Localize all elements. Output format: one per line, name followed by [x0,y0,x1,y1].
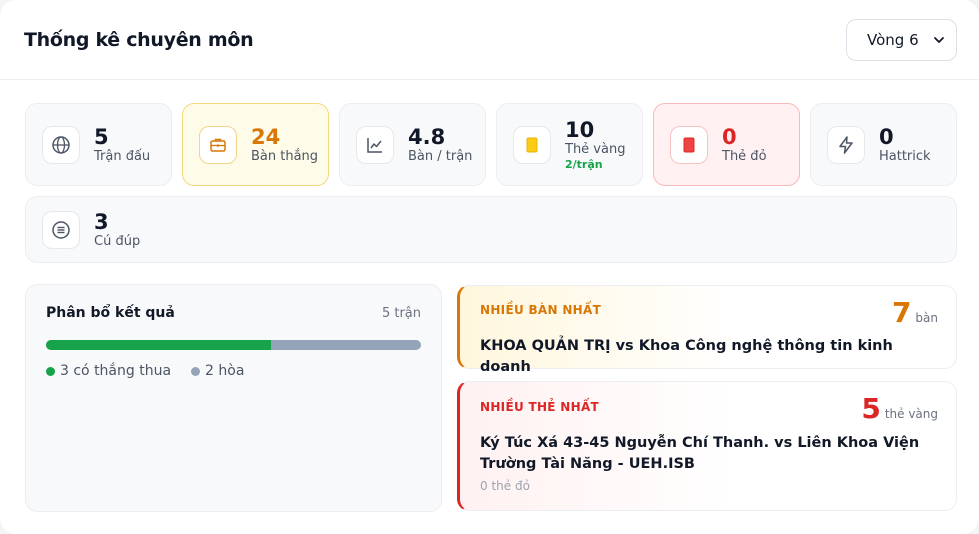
most-goals-match: KHOA QUẢN TRỊ vs Khoa Công nghệ thông ti… [480,338,893,375]
most-cards-red-count: 0 thẻ đỏ [480,479,530,493]
stat-goals-per-match-value: 4.8 [408,124,446,149]
stat-hattrick-label: Hattrick [879,148,931,164]
distribution-count: 5 trận [381,305,421,321]
stat-goals: 24 Bàn thắng [182,103,329,186]
list-circle-icon [42,210,80,249]
distribution-legend: 3 có thắng thua 2 hòa [46,363,421,379]
stat-goals-per-match: 4.8 Bàn / trận [339,103,486,186]
highlight-most-cards: NHIỀU THẺ NHẤT 5 thẻ vàng Ký Túc Xá 43-4… [457,381,957,511]
distribution-title: Phân bổ kết quả [46,305,175,321]
gray-dot-icon [191,366,201,376]
most-cards-label: NHIỀU THẺ NHẤT [480,400,600,414]
legend-decisive-label: 3 có thắng thua [60,363,172,379]
green-dot-icon [46,366,55,376]
stat-goals-label: Bàn thắng [251,148,319,164]
stat-matches-value: 5 [94,124,109,149]
stat-yellow-cards-value: 10 [565,117,595,142]
chart-line-icon [356,125,394,164]
most-cards-unit: thẻ vàng [884,407,938,421]
briefcase-icon [199,125,237,164]
stat-hattrick: 0 Hattrick [810,103,957,186]
stat-brace-value: 3 [94,209,109,234]
globe-icon [42,125,80,164]
most-cards-number: 5 [861,392,881,425]
yellow-card-icon [513,125,551,164]
stat-matches-label: Trận đấu [94,148,151,164]
distribution-bar-decisive [46,340,271,350]
stat-yellow-cards: 10 Thẻ vàng 2/trận [496,103,643,186]
legend-draw: 2 hòa [191,363,244,379]
stat-yellow-cards-label: Thẻ vàng [565,141,626,157]
most-cards-count: 5 thẻ vàng [861,394,938,424]
most-cards-match: Ký Túc Xá 43-45 Nguyễn Chí Thanh. vs Liê… [480,435,920,472]
stat-red-cards-value: 0 [722,124,737,149]
highlight-most-goals: NHIỀU BÀN NHẤT 7 bàn KHOA QUẢN TRỊ vs Kh… [457,285,957,375]
most-goals-count: 7 bàn [892,298,938,328]
distribution-bar [46,340,421,350]
legend-draw-label: 2 hòa [205,363,245,379]
stat-goals-per-match-label: Bàn / trận [408,148,473,164]
stat-matches: 5 Trận đấu [25,103,172,186]
most-goals-unit: bàn [915,311,938,325]
page-title: Thống kê chuyên môn [24,28,254,51]
round-select[interactable]: Vòng 6 [846,18,957,61]
stat-yellow-cards-per-match: 2/trận [565,157,603,171]
stat-red-cards: 0 Thẻ đỏ [653,103,800,186]
stat-brace: 3 Cú đúp [25,196,957,263]
stats-card: Thống kê chuyên môn Vòng 6 5 Trận đấu 24… [0,0,979,534]
chevron-down-icon [934,36,944,43]
stat-hattrick-value: 0 [879,124,894,149]
stat-red-cards-label: Thẻ đỏ [722,148,767,164]
red-card-icon [670,125,708,164]
round-select-value: Vòng 6 [867,30,919,49]
stat-brace-label: Cú đúp [94,233,141,249]
most-goals-number: 7 [891,296,912,329]
stat-goals-value: 24 [251,124,281,149]
card-header: Thống kê chuyên môn Vòng 6 [0,0,979,80]
most-goals-label: NHIỀU BÀN NHẤT [480,303,602,317]
legend-decisive: 3 có thắng thua [46,363,171,379]
result-distribution-panel: Phân bổ kết quả 5 trận 3 có thắng thua 2… [25,284,442,512]
lightning-icon [827,125,865,164]
